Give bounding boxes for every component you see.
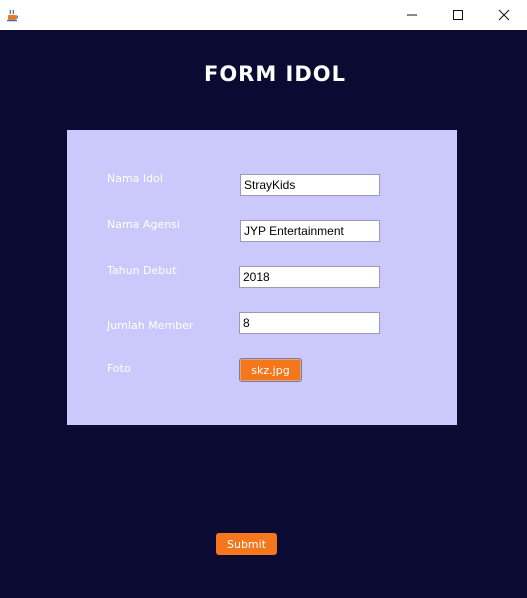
foto-upload-button[interactable]: skz.jpg: [239, 358, 302, 382]
close-icon: [498, 9, 510, 21]
jumlah-member-field[interactable]: [239, 312, 380, 334]
minimize-icon: [407, 14, 417, 16]
form-content: FORM IDOL Nama Idol Nama Agensi Tahun De…: [0, 30, 527, 598]
minimize-button[interactable]: [389, 0, 435, 30]
close-button[interactable]: [481, 0, 527, 30]
form-title: FORM IDOL: [203, 62, 347, 86]
nama-idol-label: Nama Idol: [107, 172, 163, 185]
submit-button[interactable]: Submit: [216, 533, 277, 555]
nama-agensi-field[interactable]: [240, 220, 380, 242]
window-titlebar: [0, 0, 527, 30]
form-panel: Nama Idol Nama Agensi Tahun Debut Jumlah…: [67, 130, 457, 425]
nama-agensi-label: Nama Agensi: [107, 218, 180, 231]
foto-label: Foto: [107, 362, 131, 375]
java-cup-icon: [6, 7, 20, 22]
tahun-debut-field[interactable]: [239, 266, 380, 288]
nama-idol-field[interactable]: [240, 174, 380, 196]
maximize-icon: [453, 10, 463, 20]
jumlah-member-label: Jumlah Member: [107, 319, 194, 332]
tahun-debut-label: Tahun Debut: [107, 264, 177, 277]
maximize-button[interactable]: [435, 0, 481, 30]
